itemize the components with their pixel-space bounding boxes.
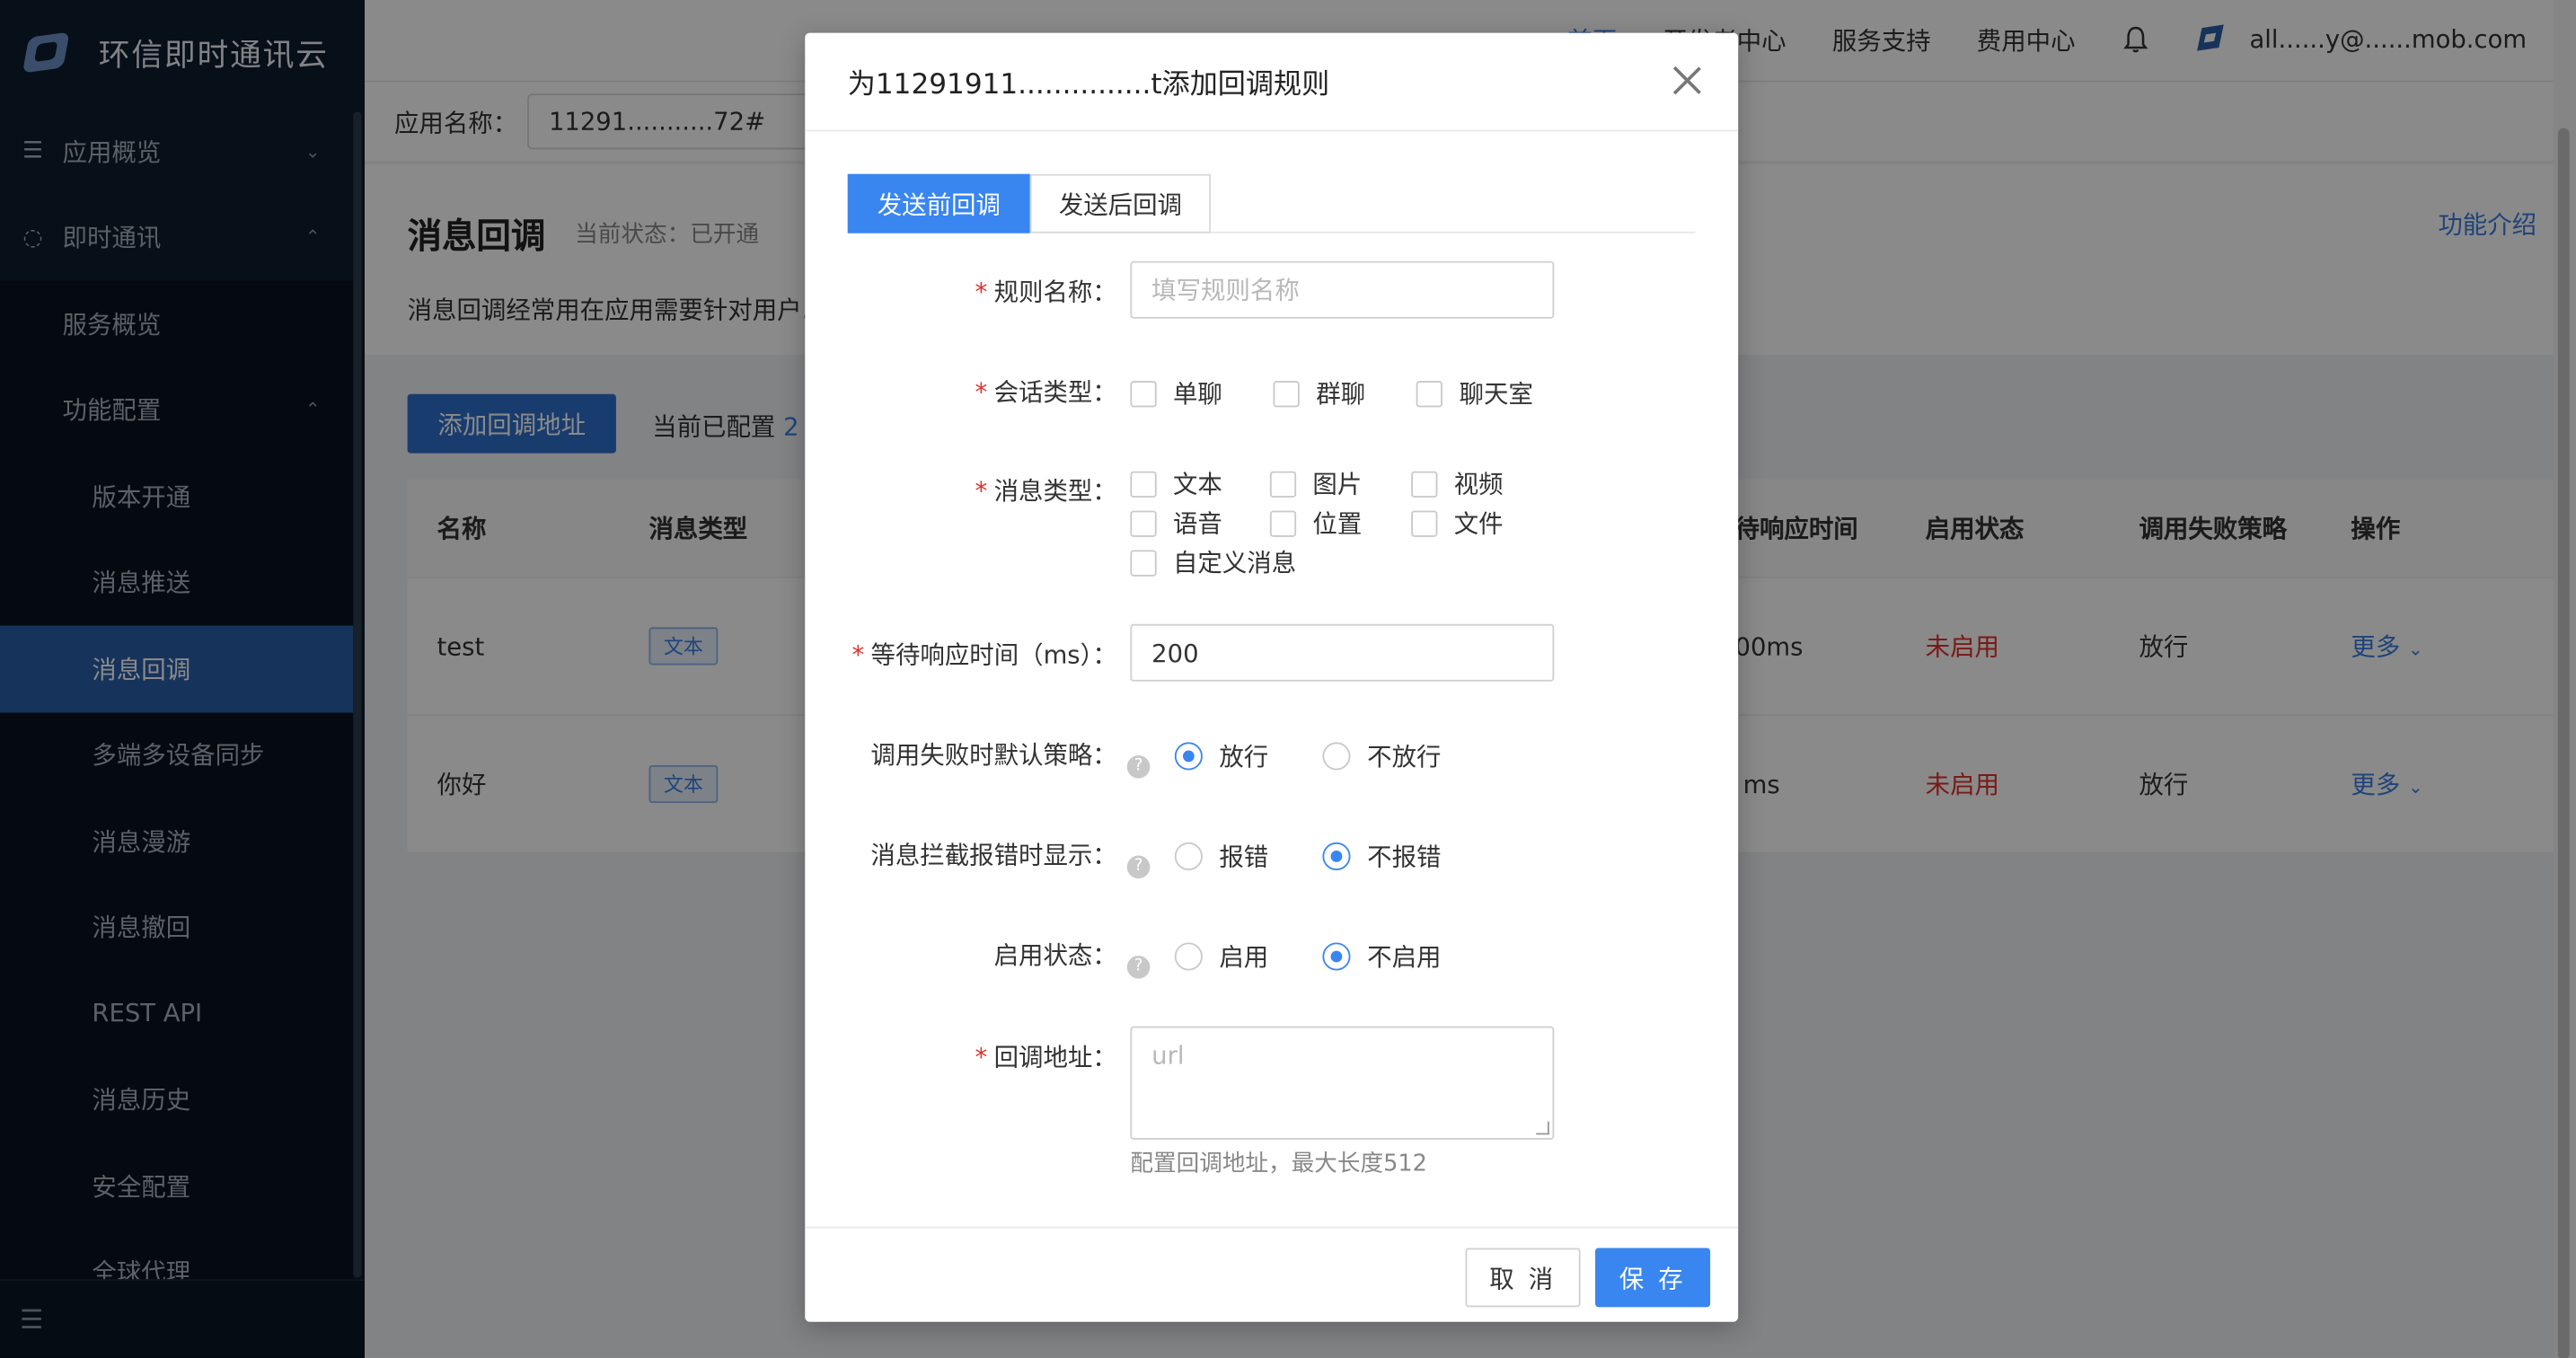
save-button[interactable]: 保 存	[1595, 1248, 1711, 1308]
checkbox-box[interactable]	[1411, 470, 1438, 498]
session-type-label: * 会话类型：	[975, 375, 1117, 409]
callback-url-textarea[interactable]: url	[1130, 1026, 1555, 1140]
checkbox-label: 群聊	[1316, 379, 1366, 410]
dialog-footer: 取 消 保 存	[805, 1226, 1739, 1322]
radio-no-error[interactable]: 不报错	[1322, 839, 1442, 873]
add-callback-rule-dialog: 为11291911...............t添加回调规则 发送前回调 发送…	[805, 32, 1739, 1322]
checkbox-custom[interactable]: 自定义消息	[1130, 545, 1296, 579]
checkbox-file[interactable]: 文件	[1411, 506, 1504, 540]
radio-label: 报错	[1219, 842, 1269, 872]
required-mark: *	[975, 476, 988, 507]
radio-disable[interactable]: 不启用	[1322, 939, 1442, 974]
radio-report-error[interactable]: 报错	[1174, 839, 1269, 873]
dialog-header: 为11291911...............t添加回调规则	[805, 33, 1739, 132]
checkbox-label: 视频	[1453, 469, 1504, 499]
checkbox-single-chat[interactable]: 单聊	[1130, 376, 1222, 410]
checkbox-box[interactable]	[1269, 470, 1297, 498]
radio-circle[interactable]	[1322, 742, 1351, 771]
checkbox-label: 聊天室	[1459, 379, 1533, 410]
wait-time-label: * 等待响应时间（ms）：	[851, 637, 1116, 671]
radio-deny[interactable]: 不放行	[1322, 739, 1442, 773]
checkbox-label: 文件	[1453, 508, 1504, 539]
checkbox-label: 文本	[1172, 469, 1222, 499]
callback-url-placeholder: url	[1151, 1041, 1185, 1071]
msg-type-label-text: 消息类型：	[993, 476, 1117, 507]
callback-tabs: 发送前回调 发送后回调	[847, 173, 1696, 234]
radio-circle[interactable]	[1322, 942, 1351, 971]
close-icon[interactable]	[1672, 66, 1702, 95]
required-mark: *	[975, 1042, 988, 1072]
radio-allow[interactable]: 放行	[1174, 739, 1269, 773]
checkbox-voice[interactable]: 语音	[1130, 506, 1222, 540]
radio-circle[interactable]	[1174, 742, 1204, 771]
checkbox-box[interactable]	[1130, 549, 1157, 576]
checkbox-label: 语音	[1172, 508, 1222, 539]
session-type-label-text: 会话类型：	[993, 377, 1117, 408]
checkbox-box[interactable]	[1411, 509, 1438, 536]
resize-handle-icon[interactable]	[1536, 1121, 1549, 1135]
cancel-button[interactable]: 取 消	[1465, 1248, 1581, 1308]
wait-time-input[interactable]: 200	[1130, 623, 1555, 682]
checkbox-label: 位置	[1312, 508, 1363, 539]
callback-url-label-text: 回调地址：	[993, 1042, 1117, 1072]
checkbox-group-chat[interactable]: 群聊	[1273, 376, 1366, 410]
tab-before-send[interactable]: 发送前回调	[847, 173, 1030, 234]
callback-url-hint: 配置回调地址，最大长度512	[1130, 1151, 1427, 1177]
help-icon[interactable]: ?	[1126, 854, 1151, 878]
required-mark: *	[975, 377, 988, 408]
radio-circle[interactable]	[1174, 942, 1204, 971]
required-mark: *	[975, 277, 988, 307]
intercept-error-label: 消息拦截报错时显示：	[870, 841, 1117, 870]
fail-strategy-label: 调用失败时默认策略：	[870, 740, 1117, 771]
help-icon[interactable]: ?	[1126, 754, 1151, 778]
checkbox-label: 单聊	[1172, 379, 1222, 410]
dialog-title: 为11291911...............t添加回调规则	[847, 68, 1330, 102]
checkbox-box[interactable]	[1416, 380, 1443, 407]
checkbox-box[interactable]	[1130, 470, 1157, 498]
rule-name-label-text: 规则名称：	[993, 277, 1117, 307]
checkbox-box[interactable]	[1269, 509, 1297, 536]
radio-label: 不启用	[1367, 942, 1442, 973]
checkbox-image[interactable]: 图片	[1269, 466, 1363, 500]
tab-after-send[interactable]: 发送后回调	[1029, 173, 1212, 234]
help-icon[interactable]: ?	[1126, 955, 1151, 978]
checkbox-text[interactable]: 文本	[1130, 466, 1222, 500]
checkbox-label: 自定义消息	[1172, 548, 1297, 578]
rule-name-input[interactable]: 填写规则名称	[1130, 260, 1555, 319]
checkbox-box[interactable]	[1130, 509, 1157, 536]
rule-name-label: * 规则名称：	[975, 274, 1117, 308]
radio-label: 放行	[1219, 742, 1269, 772]
radio-enable[interactable]: 启用	[1174, 939, 1269, 974]
checkbox-box[interactable]	[1273, 380, 1301, 407]
radio-circle[interactable]	[1322, 842, 1351, 870]
checkbox-location[interactable]: 位置	[1269, 506, 1363, 540]
callback-url-label: * 回调地址：	[975, 1039, 1117, 1073]
checkbox-video[interactable]: 视频	[1411, 466, 1504, 500]
wait-time-label-text: 等待响应时间（ms）：	[870, 640, 1117, 670]
checkbox-box[interactable]	[1130, 380, 1157, 407]
enable-status-label: 启用状态：	[993, 940, 1117, 971]
radio-circle[interactable]	[1174, 842, 1204, 870]
checkbox-chatroom[interactable]: 聊天室	[1416, 376, 1533, 410]
required-mark: *	[851, 640, 865, 670]
msg-type-label: * 消息类型：	[975, 473, 1117, 507]
radio-label: 不放行	[1367, 742, 1442, 772]
checkbox-label: 图片	[1312, 469, 1363, 499]
radio-label: 启用	[1219, 942, 1269, 973]
radio-label: 不报错	[1367, 842, 1442, 872]
